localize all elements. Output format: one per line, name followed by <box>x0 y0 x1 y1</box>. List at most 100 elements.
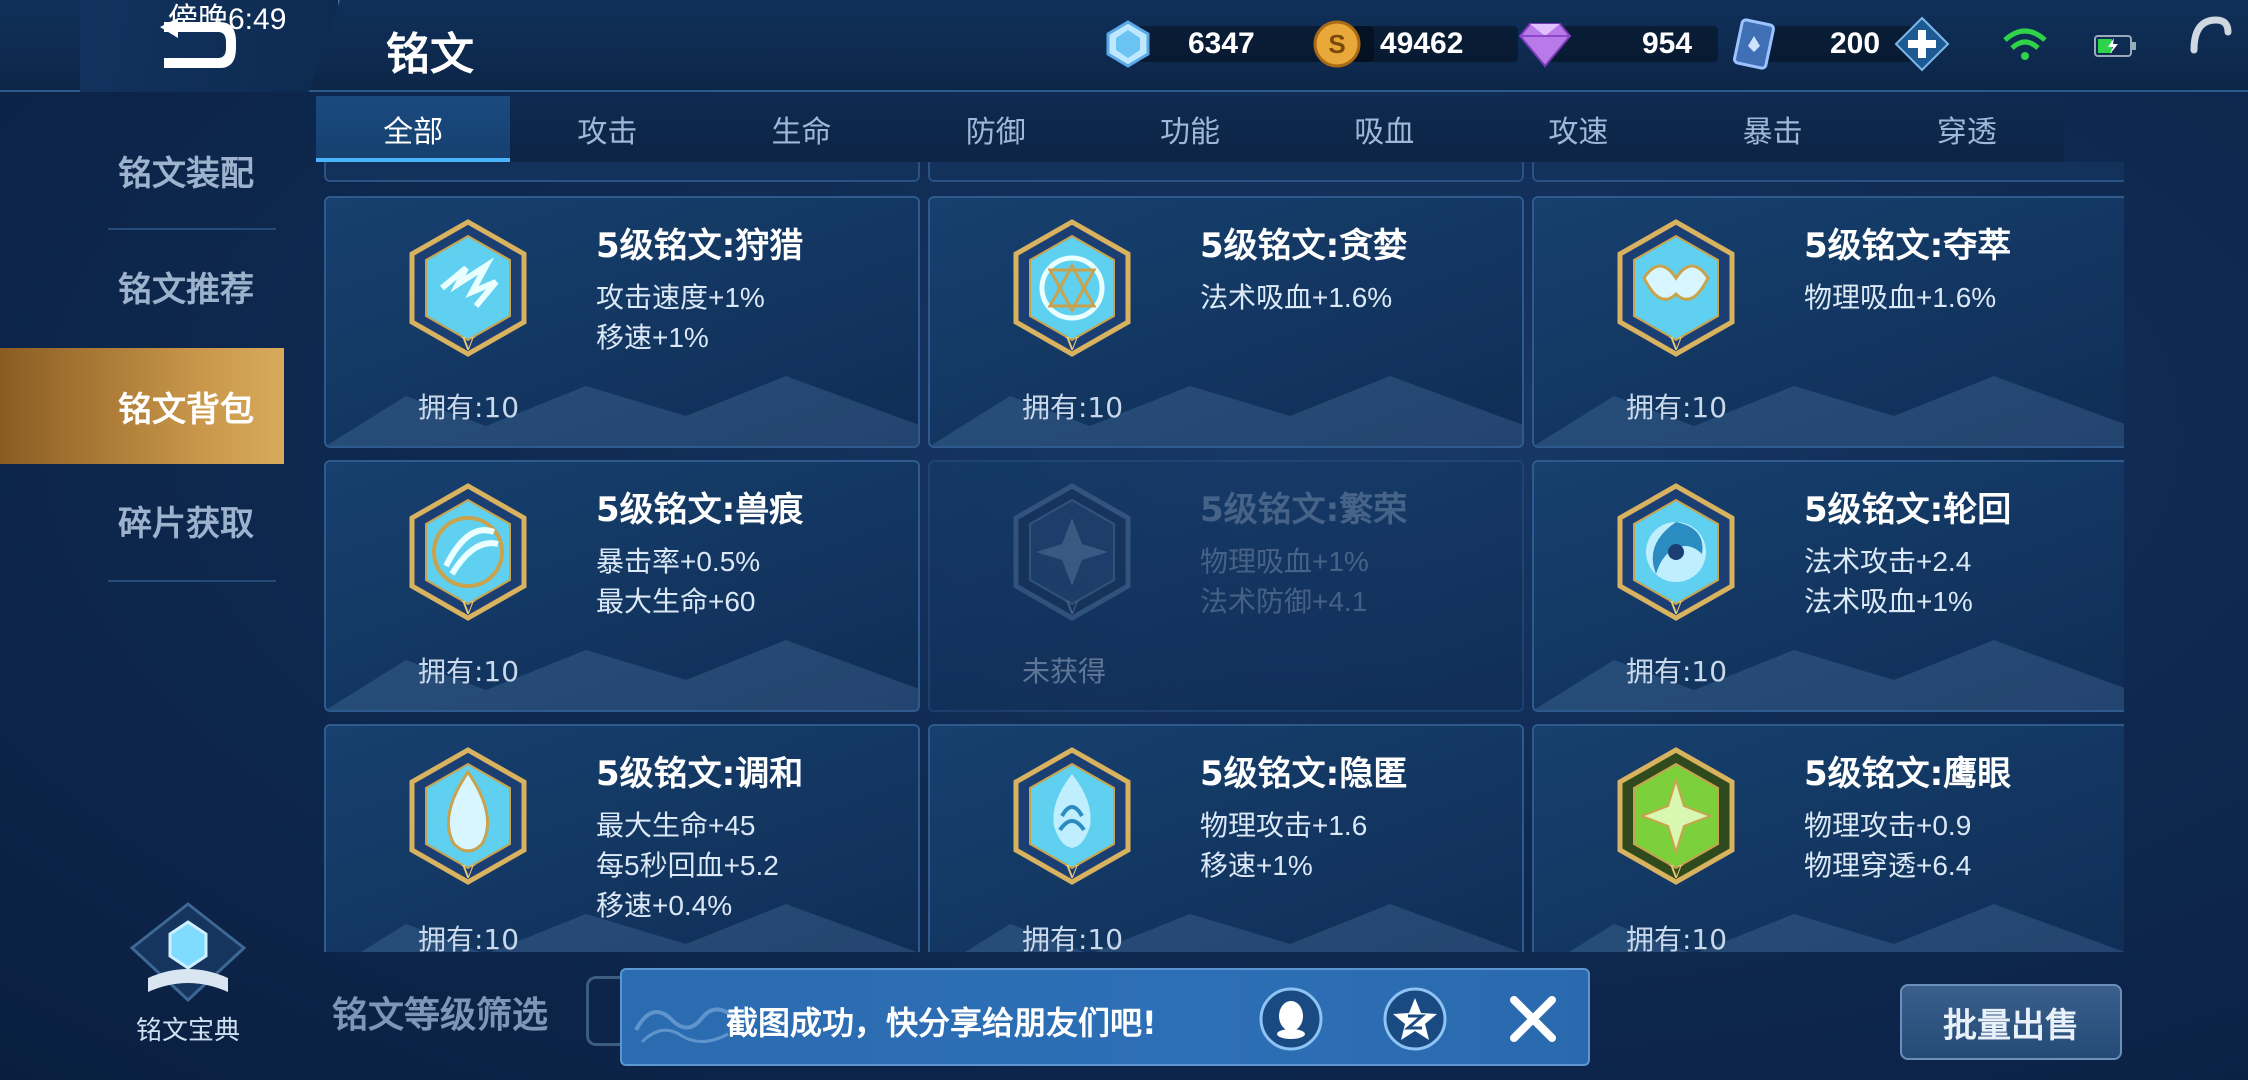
inscription-card[interactable]: V 5级铭文:调和 最大生命+45 每5秒回血+5.2 移速+0.4% 拥有:1… <box>324 724 920 952</box>
sidebar-item-fragments[interactable]: 碎片获取 <box>0 462 284 578</box>
svg-text:V: V <box>461 334 476 355</box>
svg-text:V: V <box>1669 862 1684 883</box>
sidebar-divider <box>108 580 276 582</box>
card-stat: 暴击率+0.5% <box>596 546 761 577</box>
card-name: 5级铭文:繁荣 <box>1200 490 1408 530</box>
currency-voucher-value: 200 <box>1830 27 1881 60</box>
hunt-emblem-icon: V <box>409 219 527 357</box>
inscription-card[interactable]: V 5级铭文:贪婪 法术吸血+1.6% 拥有:10 <box>928 196 1524 448</box>
tab-all[interactable]: 全部 <box>316 96 511 162</box>
card-name: 5级铭文:夺萃 <box>1804 226 2012 266</box>
screenshot-share-toast: 截图成功，快分享给朋友们吧! <box>620 968 1590 1066</box>
gold-coin-icon: S <box>1313 20 1361 68</box>
wifi-icon <box>2003 28 2047 60</box>
inscription-card[interactable]: V 5级铭文:鹰眼 物理攻击+0.9 物理穿透+6.4 拥有:10 <box>1532 724 2124 952</box>
sidebar-item-backpack[interactable]: 铭文背包 <box>0 348 284 464</box>
tab-health[interactable]: 生命 <box>704 96 898 162</box>
card-owned: 拥有:10 <box>418 923 520 952</box>
card-stat: 攻击速度+1% <box>596 282 765 313</box>
tab-defense[interactable]: 防御 <box>899 96 1093 162</box>
card-name: 5级铭文:狩猎 <box>596 226 804 266</box>
card-stat: 法术吸血+1% <box>1804 586 1973 617</box>
card-stat: 物理穿透+6.4 <box>1804 850 1972 881</box>
card-stat: 物理攻击+1.6 <box>1200 810 1368 841</box>
card-owned: 拥有:10 <box>418 655 520 688</box>
card-name: 5级铭文:轮回 <box>1804 490 2012 530</box>
card-owned: 拥有:10 <box>1626 923 1728 952</box>
inscription-card[interactable]: V 5级铭文:夺萃 物理吸血+1.6% 拥有:10 <box>1532 196 2124 448</box>
svg-text:V: V <box>1669 334 1684 355</box>
assistant-icon[interactable] <box>2186 10 2234 70</box>
tab-lifesteal[interactable]: 吸血 <box>1287 96 1481 162</box>
card-partial <box>324 162 920 182</box>
inscription-card[interactable]: V 5级铭文:轮回 法术攻击+2.4 法术吸血+1% 拥有:10 <box>1532 460 2124 712</box>
tab-utility[interactable]: 功能 <box>1093 96 1287 162</box>
plunder-emblem-icon: V <box>1617 219 1735 357</box>
card-stat: 移速+1% <box>1200 850 1313 881</box>
card-owned: 拥有:10 <box>1022 923 1124 952</box>
inscription-card[interactable]: V 5级铭文:兽痕 暴击率+0.5% 最大生命+60 拥有:10 <box>324 460 920 712</box>
cycle-emblem-icon: V <box>1617 483 1735 621</box>
inscription-grid: V 5级铭文:狩猎 攻击速度+1% 移速+1% 拥有:10 V 5级铭文:贪婪 … <box>316 162 2124 952</box>
card-stat: 最大生命+60 <box>596 586 756 617</box>
close-icon[interactable] <box>1506 992 1560 1046</box>
card-stat: 移速+1% <box>596 322 709 353</box>
crystal-icon <box>1106 20 1150 68</box>
codex-button[interactable]: 铭文宝典 <box>118 900 258 1046</box>
bulk-sell-button[interactable]: 批量出售 <box>1900 984 2122 1060</box>
codex-book-icon <box>129 902 247 1003</box>
card-stat: 物理吸血+1.6% <box>1804 282 1997 313</box>
card-not-owned: 未获得 <box>1022 655 1107 688</box>
codex-label: 铭文宝典 <box>135 1016 240 1046</box>
card-stat: 移速+0.4% <box>596 890 733 921</box>
card-stat: 每5秒回血+5.2 <box>596 850 779 881</box>
tab-penetration[interactable]: 穿透 <box>1870 96 2064 162</box>
tab-critical[interactable]: 暴击 <box>1676 96 1870 162</box>
qq-share-icon[interactable] <box>1258 986 1324 1052</box>
currency-diamond: 954 <box>1518 20 1718 68</box>
inscription-card[interactable]: V 5级铭文:狩猎 攻击速度+1% 移速+1% 拥有:10 <box>324 196 920 448</box>
inscription-card[interactable]: V 5级铭文:隐匿 物理攻击+1.6 移速+1% 拥有:10 <box>928 724 1524 952</box>
add-currency-button[interactable] <box>1894 16 1950 72</box>
card-stat: 法术防御+4.1 <box>1200 586 1368 617</box>
battery-icon <box>2094 35 2136 57</box>
currency-diamond-value: 954 <box>1642 27 1693 60</box>
level-filter-label: 铭文等级筛选 <box>332 995 549 1036</box>
currency-crystal-value: 6347 <box>1188 27 1255 60</box>
currency-crystal: 6347 <box>1104 20 1374 68</box>
tab-attack[interactable]: 攻击 <box>510 96 704 162</box>
stealth-emblem-icon: V <box>1013 747 1131 885</box>
card-name: 5级铭文:贪婪 <box>1200 226 1408 266</box>
card-owned: 拥有:10 <box>1626 391 1728 424</box>
card-name: 5级铭文:隐匿 <box>1200 754 1408 794</box>
greed-emblem-icon: V <box>1013 219 1131 357</box>
svg-text:V: V <box>1669 598 1684 619</box>
svg-text:V: V <box>1065 598 1080 619</box>
card-stat: 物理攻击+0.9 <box>1804 810 1972 841</box>
status-time: 傍晚6:49 <box>168 3 287 36</box>
hawkeye-emblem-icon: V <box>1617 747 1735 885</box>
sidebar-item-loadout[interactable]: 铭文装配 <box>0 112 284 228</box>
card-name: 5级铭文:调和 <box>596 754 804 794</box>
voucher-icon <box>1733 18 1775 70</box>
diamond-icon <box>1518 23 1572 68</box>
inscription-card[interactable]: V 5级铭文:繁荣 物理吸血+1% 法术防御+4.1 未获得 <box>928 460 1524 712</box>
card-stat: 最大生命+45 <box>596 810 756 841</box>
svg-text:V: V <box>461 598 476 619</box>
qzone-share-icon[interactable] <box>1382 986 1448 1052</box>
card-owned: 拥有:10 <box>1022 391 1124 424</box>
card-partial <box>1532 162 2124 182</box>
scar-emblem-icon: V <box>409 483 527 621</box>
harmony-emblem-icon: V <box>409 747 527 885</box>
card-owned: 拥有:10 <box>418 391 520 424</box>
currency-voucher: 200 <box>1730 18 1920 70</box>
svg-text:V: V <box>1065 334 1080 355</box>
sidebar-item-recommend[interactable]: 铭文推荐 <box>0 228 284 344</box>
svg-text:V: V <box>1065 862 1080 883</box>
card-name: 5级铭文:兽痕 <box>596 490 804 530</box>
tab-attack-speed[interactable]: 攻速 <box>1481 96 1675 162</box>
svg-text:V: V <box>461 862 476 883</box>
currency-gold: S 49462 <box>1312 20 1518 68</box>
card-stat: 物理吸血+1% <box>1200 546 1369 577</box>
card-stat: 法术吸血+1.6% <box>1200 282 1393 313</box>
